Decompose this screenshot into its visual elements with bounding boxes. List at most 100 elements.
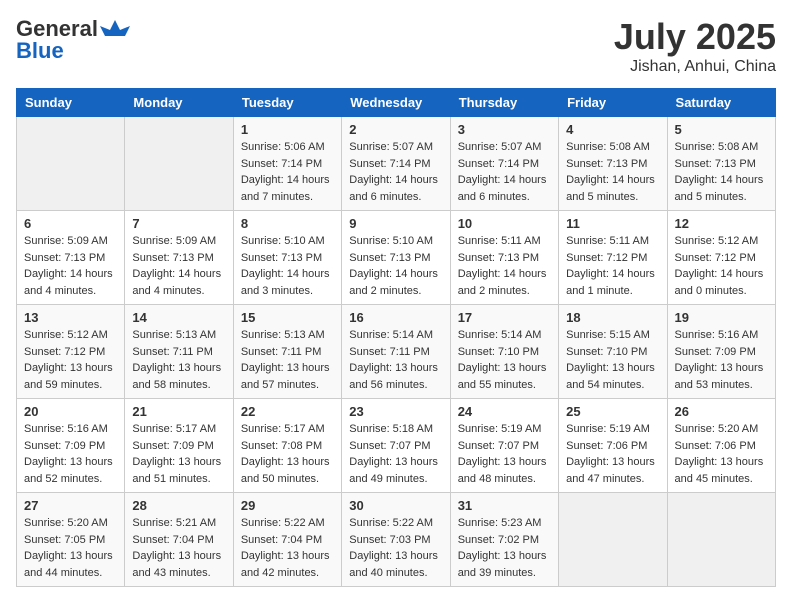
table-row: 26 Sunrise: 5:20 AM Sunset: 7:06 PM Dayl…	[667, 399, 775, 493]
sunset-text: Sunset: 7:10 PM	[566, 344, 659, 361]
day-details: Sunrise: 5:13 AM Sunset: 7:11 PM Dayligh…	[241, 327, 334, 393]
sunrise-text: Sunrise: 5:08 AM	[566, 139, 659, 156]
table-row: 18 Sunrise: 5:15 AM Sunset: 7:10 PM Dayl…	[559, 305, 667, 399]
weekday-header-row: Sunday Monday Tuesday Wednesday Thursday…	[17, 89, 776, 117]
daylight-text: Daylight: 14 hours and 2 minutes.	[349, 266, 442, 299]
table-row: 27 Sunrise: 5:20 AM Sunset: 7:05 PM Dayl…	[17, 493, 125, 587]
header-tuesday: Tuesday	[233, 89, 341, 117]
daylight-text: Daylight: 13 hours and 54 minutes.	[566, 360, 659, 393]
daylight-text: Daylight: 13 hours and 55 minutes.	[458, 360, 551, 393]
daylight-text: Daylight: 13 hours and 49 minutes.	[349, 454, 442, 487]
day-details: Sunrise: 5:11 AM Sunset: 7:12 PM Dayligh…	[566, 233, 659, 299]
sunset-text: Sunset: 7:09 PM	[132, 438, 225, 455]
header-friday: Friday	[559, 89, 667, 117]
day-details: Sunrise: 5:13 AM Sunset: 7:11 PM Dayligh…	[132, 327, 225, 393]
daylight-text: Daylight: 14 hours and 5 minutes.	[675, 172, 768, 205]
sunrise-text: Sunrise: 5:09 AM	[132, 233, 225, 250]
day-details: Sunrise: 5:14 AM Sunset: 7:11 PM Dayligh…	[349, 327, 442, 393]
day-number: 11	[566, 216, 659, 231]
sunrise-text: Sunrise: 5:20 AM	[24, 515, 117, 532]
day-number: 2	[349, 122, 442, 137]
sunrise-text: Sunrise: 5:12 AM	[675, 233, 768, 250]
daylight-text: Daylight: 14 hours and 4 minutes.	[132, 266, 225, 299]
day-details: Sunrise: 5:16 AM Sunset: 7:09 PM Dayligh…	[24, 421, 117, 487]
day-details: Sunrise: 5:10 AM Sunset: 7:13 PM Dayligh…	[241, 233, 334, 299]
sunrise-text: Sunrise: 5:13 AM	[132, 327, 225, 344]
sunrise-text: Sunrise: 5:17 AM	[132, 421, 225, 438]
day-details: Sunrise: 5:16 AM Sunset: 7:09 PM Dayligh…	[675, 327, 768, 393]
sunset-text: Sunset: 7:12 PM	[566, 250, 659, 267]
daylight-text: Daylight: 14 hours and 5 minutes.	[566, 172, 659, 205]
table-row: 7 Sunrise: 5:09 AM Sunset: 7:13 PM Dayli…	[125, 211, 233, 305]
sunrise-text: Sunrise: 5:07 AM	[349, 139, 442, 156]
day-details: Sunrise: 5:09 AM Sunset: 7:13 PM Dayligh…	[24, 233, 117, 299]
sunset-text: Sunset: 7:11 PM	[132, 344, 225, 361]
daylight-text: Daylight: 14 hours and 3 minutes.	[241, 266, 334, 299]
sunset-text: Sunset: 7:13 PM	[132, 250, 225, 267]
calendar-week-row: 13 Sunrise: 5:12 AM Sunset: 7:12 PM Dayl…	[17, 305, 776, 399]
sunset-text: Sunset: 7:11 PM	[241, 344, 334, 361]
sunrise-text: Sunrise: 5:16 AM	[24, 421, 117, 438]
table-row: 20 Sunrise: 5:16 AM Sunset: 7:09 PM Dayl…	[17, 399, 125, 493]
daylight-text: Daylight: 14 hours and 6 minutes.	[349, 172, 442, 205]
day-details: Sunrise: 5:08 AM Sunset: 7:13 PM Dayligh…	[566, 139, 659, 205]
sunrise-text: Sunrise: 5:19 AM	[458, 421, 551, 438]
daylight-text: Daylight: 13 hours and 40 minutes.	[349, 548, 442, 581]
table-row: 12 Sunrise: 5:12 AM Sunset: 7:12 PM Dayl…	[667, 211, 775, 305]
sunrise-text: Sunrise: 5:14 AM	[349, 327, 442, 344]
day-details: Sunrise: 5:07 AM Sunset: 7:14 PM Dayligh…	[458, 139, 551, 205]
sunrise-text: Sunrise: 5:13 AM	[241, 327, 334, 344]
day-details: Sunrise: 5:19 AM Sunset: 7:06 PM Dayligh…	[566, 421, 659, 487]
table-row: 13 Sunrise: 5:12 AM Sunset: 7:12 PM Dayl…	[17, 305, 125, 399]
day-details: Sunrise: 5:12 AM Sunset: 7:12 PM Dayligh…	[675, 233, 768, 299]
sunrise-text: Sunrise: 5:20 AM	[675, 421, 768, 438]
sunrise-text: Sunrise: 5:17 AM	[241, 421, 334, 438]
day-number: 16	[349, 310, 442, 325]
sunrise-text: Sunrise: 5:07 AM	[458, 139, 551, 156]
sunrise-text: Sunrise: 5:10 AM	[349, 233, 442, 250]
sunset-text: Sunset: 7:14 PM	[241, 156, 334, 173]
sunrise-text: Sunrise: 5:08 AM	[675, 139, 768, 156]
page-header: General Blue July 2025 Jishan, Anhui, Ch…	[16, 16, 776, 76]
table-row: 29 Sunrise: 5:22 AM Sunset: 7:04 PM Dayl…	[233, 493, 341, 587]
day-number: 18	[566, 310, 659, 325]
table-row: 17 Sunrise: 5:14 AM Sunset: 7:10 PM Dayl…	[450, 305, 558, 399]
day-details: Sunrise: 5:09 AM Sunset: 7:13 PM Dayligh…	[132, 233, 225, 299]
day-details: Sunrise: 5:08 AM Sunset: 7:13 PM Dayligh…	[675, 139, 768, 205]
sunrise-text: Sunrise: 5:22 AM	[349, 515, 442, 532]
sunset-text: Sunset: 7:13 PM	[458, 250, 551, 267]
table-row: 19 Sunrise: 5:16 AM Sunset: 7:09 PM Dayl…	[667, 305, 775, 399]
sunset-text: Sunset: 7:13 PM	[241, 250, 334, 267]
sunset-text: Sunset: 7:12 PM	[24, 344, 117, 361]
sunset-text: Sunset: 7:10 PM	[458, 344, 551, 361]
day-number: 13	[24, 310, 117, 325]
day-number: 4	[566, 122, 659, 137]
sunset-text: Sunset: 7:08 PM	[241, 438, 334, 455]
sunrise-text: Sunrise: 5:21 AM	[132, 515, 225, 532]
table-row	[667, 493, 775, 587]
sunset-text: Sunset: 7:13 PM	[24, 250, 117, 267]
day-details: Sunrise: 5:12 AM Sunset: 7:12 PM Dayligh…	[24, 327, 117, 393]
day-number: 17	[458, 310, 551, 325]
sunrise-text: Sunrise: 5:11 AM	[566, 233, 659, 250]
day-details: Sunrise: 5:06 AM Sunset: 7:14 PM Dayligh…	[241, 139, 334, 205]
day-number: 26	[675, 404, 768, 419]
day-number: 5	[675, 122, 768, 137]
calendar-week-row: 6 Sunrise: 5:09 AM Sunset: 7:13 PM Dayli…	[17, 211, 776, 305]
sunrise-text: Sunrise: 5:10 AM	[241, 233, 334, 250]
daylight-text: Daylight: 14 hours and 0 minutes.	[675, 266, 768, 299]
sunset-text: Sunset: 7:13 PM	[675, 156, 768, 173]
daylight-text: Daylight: 13 hours and 51 minutes.	[132, 454, 225, 487]
calendar-location: Jishan, Anhui, China	[614, 58, 776, 76]
calendar-week-row: 1 Sunrise: 5:06 AM Sunset: 7:14 PM Dayli…	[17, 117, 776, 211]
calendar-title: July 2025	[614, 16, 776, 58]
sunset-text: Sunset: 7:13 PM	[349, 250, 442, 267]
table-row: 10 Sunrise: 5:11 AM Sunset: 7:13 PM Dayl…	[450, 211, 558, 305]
daylight-text: Daylight: 14 hours and 4 minutes.	[24, 266, 117, 299]
sunrise-text: Sunrise: 5:06 AM	[241, 139, 334, 156]
sunset-text: Sunset: 7:04 PM	[132, 532, 225, 549]
sunset-text: Sunset: 7:07 PM	[349, 438, 442, 455]
day-details: Sunrise: 5:21 AM Sunset: 7:04 PM Dayligh…	[132, 515, 225, 581]
header-wednesday: Wednesday	[342, 89, 450, 117]
table-row: 3 Sunrise: 5:07 AM Sunset: 7:14 PM Dayli…	[450, 117, 558, 211]
